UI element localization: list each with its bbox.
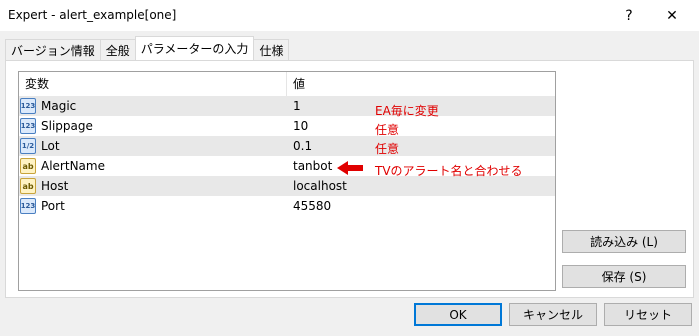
- title-bar: Expert - alert_example[one] ? ✕: [0, 0, 699, 31]
- table-row[interactable]: ab Host localhost: [19, 176, 555, 196]
- help-button[interactable]: ?: [607, 0, 651, 31]
- parameters-table: 変数 値 123 Magic 1 123 Slippage 10 1/2 Lot…: [18, 71, 556, 291]
- save-button[interactable]: 保存 (S): [562, 265, 686, 288]
- annotation-lot: 任意: [375, 142, 400, 156]
- param-name: Magic: [41, 99, 77, 113]
- param-name: Slippage: [41, 119, 93, 133]
- table-header: 変数 値: [19, 72, 555, 96]
- column-header-value[interactable]: 値: [287, 75, 555, 92]
- param-name: Host: [41, 179, 69, 193]
- annotation-alertname: TVのアラート名と合わせる: [375, 164, 523, 178]
- param-value[interactable]: 0.1: [287, 139, 555, 153]
- ok-button[interactable]: OK: [414, 303, 502, 326]
- double-type-icon: 1/2: [20, 138, 36, 154]
- integer-type-icon: 123: [20, 98, 36, 114]
- string-type-icon: ab: [20, 158, 36, 174]
- param-value[interactable]: 45580: [287, 199, 555, 213]
- param-value[interactable]: localhost: [287, 179, 555, 193]
- tab-parameters[interactable]: パラメーターの入力: [134, 36, 255, 60]
- expert-dialog: バージョン情報 全般 パラメーターの入力 仕様 変数 値 123 Magic 1…: [0, 31, 699, 336]
- tab-specification[interactable]: 仕様: [253, 39, 290, 60]
- param-name: Lot: [41, 139, 60, 153]
- parameters-panel: 変数 値 123 Magic 1 123 Slippage 10 1/2 Lot…: [5, 60, 694, 298]
- cancel-button[interactable]: キャンセル: [509, 303, 597, 326]
- column-header-variable[interactable]: 変数: [19, 72, 287, 96]
- tab-version-info[interactable]: バージョン情報: [5, 39, 101, 60]
- param-value[interactable]: 10: [287, 119, 555, 133]
- integer-type-icon: 123: [20, 198, 36, 214]
- string-type-icon: ab: [20, 178, 36, 194]
- param-name: AlertName: [41, 159, 105, 173]
- window-title: Expert - alert_example[one]: [8, 8, 177, 22]
- table-row[interactable]: 123 Magic 1: [19, 96, 555, 116]
- tab-strip: バージョン情報 全般 パラメーターの入力 仕様: [5, 36, 290, 60]
- table-row[interactable]: 1/2 Lot 0.1: [19, 136, 555, 156]
- red-arrow-icon: [337, 161, 363, 175]
- load-button-visible[interactable]: 読み込み (L): [562, 230, 686, 253]
- integer-type-icon: 123: [20, 118, 36, 134]
- param-name: Port: [41, 199, 65, 213]
- table-row[interactable]: 123 Slippage 10: [19, 116, 555, 136]
- close-button[interactable]: ✕: [650, 0, 694, 31]
- annotation-magic: EA毎に変更: [375, 104, 439, 118]
- table-row[interactable]: 123 Port 45580: [19, 196, 555, 216]
- tab-general[interactable]: 全般: [99, 39, 136, 60]
- annotation-slippage: 任意: [375, 123, 400, 137]
- reset-button[interactable]: リセット: [604, 303, 692, 326]
